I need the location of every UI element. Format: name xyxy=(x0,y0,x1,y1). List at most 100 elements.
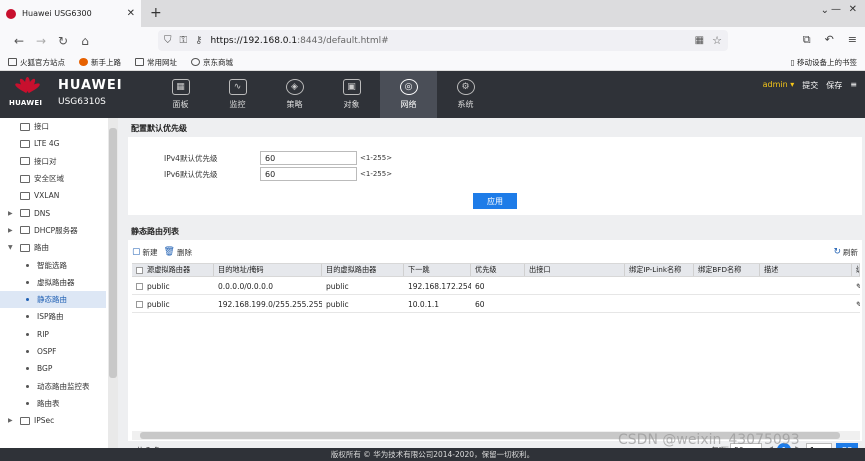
reload-icon[interactable]: ↻ xyxy=(52,34,74,48)
sidebar-scrollbar[interactable] xyxy=(108,118,118,448)
tab-dashboard[interactable]: ▦ 面板 xyxy=(152,71,209,118)
url-text[interactable]: https://192.168.0.1:8443/default.html# xyxy=(210,36,388,46)
table-cell: 60 xyxy=(471,296,525,312)
column-header[interactable]: 编 xyxy=(852,264,860,276)
sidebar-item[interactable]: ▶ DNS xyxy=(0,204,106,221)
sidebar-item-label: ISP路由 xyxy=(37,312,64,322)
row-checkbox[interactable] xyxy=(136,282,143,290)
table-row[interactable]: public 0.0.0.0/0.0.0.0 public 192.168.172.2… xyxy=(132,278,860,295)
column-header[interactable]: 绑定BFD名称 xyxy=(694,264,760,276)
back-icon[interactable]: ← xyxy=(8,34,30,48)
column-header-label: 描述 xyxy=(764,265,779,274)
ipv4-priority-input[interactable] xyxy=(260,151,357,165)
bookmark-jd-mall[interactable]: 京东商城 xyxy=(191,57,233,68)
column-header[interactable]: 绑定IP-Link名称 xyxy=(625,264,694,276)
bookmark-common-sites[interactable]: 常用网址 xyxy=(135,57,177,68)
edit-icon[interactable]: ✎ xyxy=(852,278,860,294)
expand-arrow-icon[interactable]: ▶ xyxy=(8,417,20,424)
bullet-icon xyxy=(26,384,29,388)
window-close-icon[interactable]: ✕ xyxy=(849,4,857,15)
column-header-label: 绑定BFD名称 xyxy=(698,265,742,274)
sidebar-item[interactable]: ▶ DHCP服务器 xyxy=(0,222,106,239)
sidebar-item[interactable]: 路由表 xyxy=(0,395,106,412)
shield-icon[interactable]: ⛉ xyxy=(164,35,172,46)
expand-arrow-icon[interactable]: ▶ xyxy=(8,227,20,234)
sidebar-item[interactable]: 虚拟路由器 xyxy=(0,274,106,291)
huawei-petal-logo-icon xyxy=(13,77,41,95)
save-link[interactable]: 保存 xyxy=(826,80,842,91)
object-icon: ▣ xyxy=(342,79,361,95)
home-icon[interactable]: ⌂ xyxy=(74,34,96,48)
minimize-icon[interactable]: — xyxy=(831,4,841,15)
ipv6-priority-label: IPv6默认优先级 xyxy=(164,169,218,179)
forward-icon[interactable]: → xyxy=(30,34,52,48)
table-cell xyxy=(625,278,694,294)
key-icon[interactable]: ⚷ xyxy=(195,35,202,46)
tab-policy[interactable]: ◈ 策略 xyxy=(266,71,323,118)
sidebar-item[interactable]: ISP路由 xyxy=(0,308,106,325)
dashboard-icon: ▦ xyxy=(171,79,190,95)
sidebar-item[interactable]: LTE 4G xyxy=(0,135,106,152)
cell-text: ✎ xyxy=(856,300,860,309)
bookmark-getting-started[interactable]: 新手上路 xyxy=(79,57,121,68)
column-header-label: 目的虚拟路由器 xyxy=(326,265,377,274)
column-header[interactable]: 下一跳 xyxy=(404,264,471,276)
column-header[interactable]: 描述 xyxy=(760,264,852,276)
crop-icon[interactable]: ⧉ xyxy=(803,33,811,47)
submit-link[interactable]: 提交 xyxy=(802,80,818,91)
sidebar-item[interactable]: RIP xyxy=(0,326,106,343)
bookmark-firefox-official[interactable]: 火狐官方站点 xyxy=(8,57,65,68)
select-all-checkbox[interactable] xyxy=(136,266,143,274)
column-header[interactable]: 目的地址/掩码 xyxy=(214,264,322,276)
column-header[interactable]: 出接口 xyxy=(525,264,625,276)
user-menu[interactable]: admin ▾ xyxy=(763,80,795,91)
refresh-button[interactable]: ↻ 刷新 xyxy=(833,247,858,258)
column-header[interactable]: 源虚拟路由器 xyxy=(132,264,214,276)
lock-icon[interactable]: ⚿ xyxy=(180,35,188,46)
expand-arrow-icon[interactable]: ▶ xyxy=(8,210,20,217)
menu-item-icon xyxy=(20,226,30,235)
browser-tab[interactable]: Huawei USG6300 ✕ xyxy=(0,0,141,27)
delete-route-button[interactable]: 🗑 删除 xyxy=(164,247,192,258)
address-bar[interactable]: ⛉ ⚿ ⚷ https://192.168.0.1:8443/default.h… xyxy=(158,30,728,51)
tab-object[interactable]: ▣ 对象 xyxy=(323,71,380,118)
sidebar-item[interactable]: 安全区域 xyxy=(0,170,106,187)
undo-icon[interactable]: ↶ xyxy=(825,33,834,47)
tab-system[interactable]: ⚙ 系统 xyxy=(437,71,494,118)
menu-icon[interactable]: ≡ xyxy=(848,33,857,47)
qr-code-icon[interactable]: ▦ xyxy=(695,35,704,46)
tab-monitor[interactable]: ∿ 监控 xyxy=(209,71,266,118)
table-row[interactable]: public 192.168.199.0/255.255.255.0 public 1… xyxy=(132,296,860,313)
sidebar-item[interactable]: 动态路由监控表 xyxy=(0,377,106,394)
edit-icon[interactable]: ✎ xyxy=(852,296,860,312)
sidebar-item[interactable]: 接口对 xyxy=(0,153,106,170)
sidebar-item[interactable]: 静态路由 xyxy=(0,290,106,309)
sidebar-item[interactable]: 智能选路 xyxy=(0,256,106,273)
sidebar-item[interactable]: VXLAN xyxy=(0,187,106,204)
apply-button[interactable]: 应用 xyxy=(473,193,517,209)
sidebar-item[interactable]: OSPF xyxy=(0,343,106,360)
network-icon: ◎ xyxy=(399,79,418,95)
tab-list-chevron-icon[interactable]: ⌄ xyxy=(821,5,829,16)
ipv6-priority-row: IPv6默认优先级 <1-255> xyxy=(164,167,392,181)
sidebar-item[interactable]: BGP xyxy=(0,360,106,377)
column-header[interactable]: 优先级 xyxy=(471,264,525,276)
expand-arrow-icon[interactable]: ▼ xyxy=(8,244,20,251)
sidebar-scroll-thumb[interactable] xyxy=(109,128,117,378)
sidebar-item[interactable]: 接口 xyxy=(0,118,106,135)
sidebar-item[interactable]: ▶ IPSec xyxy=(0,412,106,429)
row-checkbox[interactable] xyxy=(136,300,143,308)
column-header[interactable]: 目的虚拟路由器 xyxy=(322,264,404,276)
bookmark-star-icon[interactable]: ☆ xyxy=(712,34,722,47)
menu-item-icon xyxy=(20,243,30,252)
sidebar-item[interactable]: ▼ 路由 xyxy=(0,239,106,256)
close-tab-icon[interactable]: ✕ xyxy=(127,8,135,19)
new-tab-icon[interactable]: + xyxy=(150,5,162,21)
tab-network[interactable]: ◎ 网络 xyxy=(380,71,437,118)
ipv6-priority-input[interactable] xyxy=(260,167,357,181)
sidebar-item-label: OSPF xyxy=(37,347,57,356)
more-menu-icon[interactable]: ≡ xyxy=(850,80,857,91)
new-route-button[interactable]: ▢ 新建 xyxy=(132,247,158,258)
mobile-bookmarks[interactable]: ▯ 移动设备上的书签 xyxy=(790,57,857,68)
menu-item-icon xyxy=(20,157,30,166)
